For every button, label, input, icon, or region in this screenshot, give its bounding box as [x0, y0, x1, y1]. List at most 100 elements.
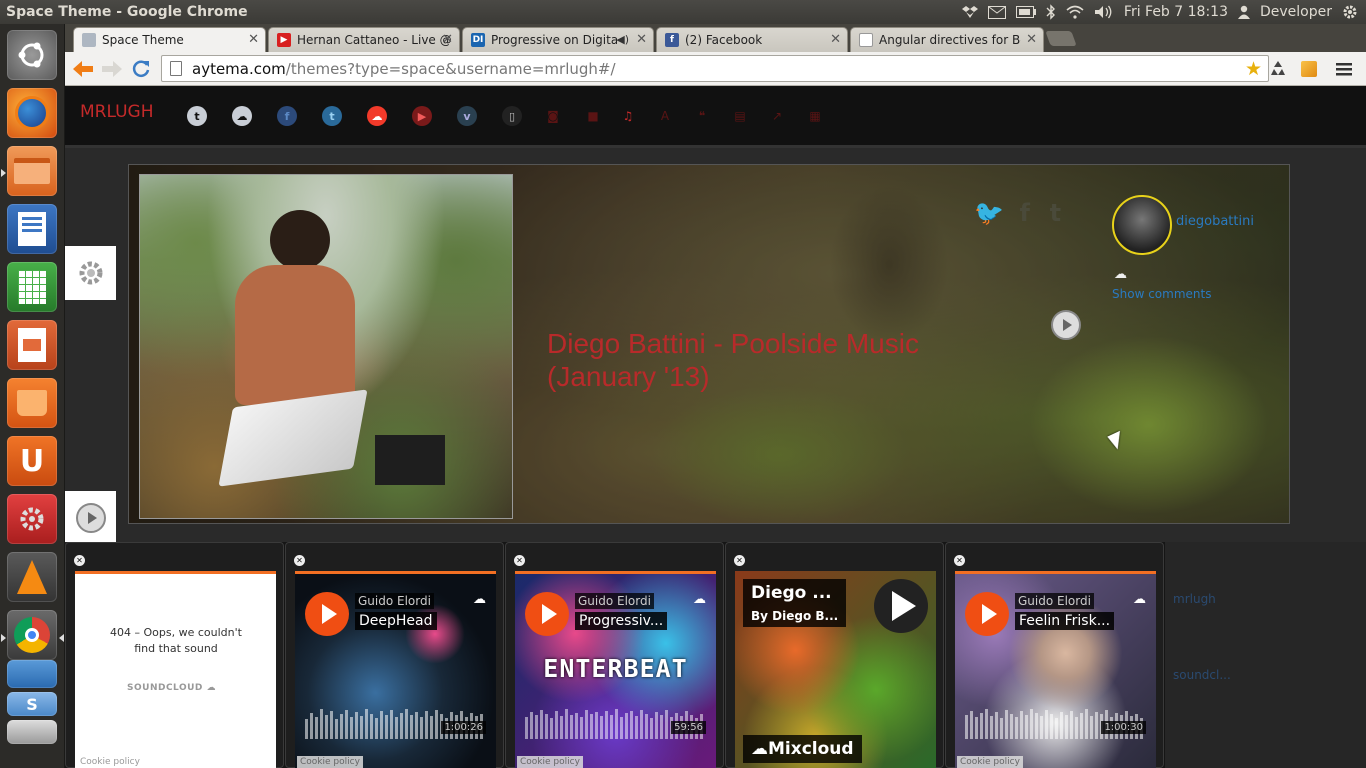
cookie-policy-link[interactable]: Cookie policy — [517, 756, 583, 768]
extension-cube-icon[interactable] — [1298, 58, 1320, 80]
menu-icon[interactable] — [1333, 58, 1355, 80]
bookmark-star-icon[interactable]: ★ — [1245, 58, 1262, 80]
firefox-icon[interactable] — [7, 88, 57, 138]
twitter-icon[interactable]: t — [322, 106, 342, 126]
volume-icon[interactable] — [1094, 0, 1114, 24]
cloud-icon: ☁ — [1114, 267, 1127, 282]
play-button[interactable] — [525, 592, 569, 636]
track-title[interactable]: Feelin Frisk... — [1015, 612, 1115, 630]
soundcloud-icon[interactable]: ☁ — [367, 106, 387, 126]
reload-button[interactable] — [128, 57, 154, 81]
close-embed-button[interactable]: ✕ — [954, 555, 965, 566]
track-user[interactable]: Guido Elordi — [1015, 593, 1094, 609]
calendar-icon[interactable]: ▦ — [807, 108, 823, 124]
user-icon — [1237, 0, 1250, 24]
play-button[interactable] — [874, 579, 928, 633]
new-tab-button[interactable] — [1045, 31, 1077, 46]
ubuntu-dash-icon[interactable] — [7, 30, 57, 80]
soundcloud-icon[interactable]: ☁ — [473, 592, 486, 607]
close-embed-button[interactable]: ✕ — [734, 555, 745, 566]
youtube-icon[interactable]: ▶ — [412, 106, 432, 126]
calc-icon[interactable] — [7, 262, 57, 312]
tab-label: Progressive on Digitall — [491, 33, 617, 47]
trash-icon[interactable] — [7, 720, 57, 744]
artist-avatar[interactable] — [1112, 195, 1172, 255]
next-track-button[interactable] — [1051, 310, 1081, 340]
close-icon[interactable]: ✕ — [248, 32, 259, 47]
mixcloud-brand[interactable]: ☁Mixcloud — [743, 735, 862, 763]
user-menu[interactable]: Developer — [1260, 0, 1332, 24]
tab-facebook[interactable]: f (2) Facebook ✕ — [656, 27, 848, 52]
close-icon[interactable]: ✕ — [636, 32, 647, 47]
cookie-policy-link[interactable]: Cookie policy — [77, 756, 143, 768]
tumblr-icon[interactable]: t — [1050, 199, 1061, 227]
site-brand[interactable]: MRLUGH — [80, 102, 154, 122]
browser-toolbar: aytema.com/themes?type=space&username=mr… — [65, 52, 1366, 86]
vlc-icon[interactable] — [7, 552, 57, 602]
track-user[interactable]: Guido Elordi — [355, 593, 434, 609]
tab-space-theme[interactable]: Space Theme ✕ — [73, 27, 266, 52]
tumblr-icon[interactable]: t — [187, 106, 207, 126]
book-icon[interactable]: ▤ — [732, 108, 748, 124]
system-settings-icon[interactable] — [7, 494, 57, 544]
address-bar[interactable]: aytema.com/themes?type=space&username=mr… — [161, 55, 1269, 82]
music-icon[interactable]: ♫ — [620, 108, 636, 124]
soundcloud-icon[interactable]: ☁ — [693, 592, 706, 607]
gear-icon[interactable] — [1342, 0, 1358, 24]
soundcloud-icon[interactable]: ☁ — [1133, 592, 1146, 607]
close-embed-button[interactable]: ✕ — [74, 555, 85, 566]
stacked-app-icon[interactable] — [7, 660, 57, 688]
close-embed-button[interactable]: ✕ — [514, 555, 525, 566]
cloud-icon[interactable]: ☁ — [232, 106, 252, 126]
software-center-icon[interactable] — [7, 378, 57, 428]
quote-icon[interactable]: ❝ — [694, 108, 710, 124]
track-title[interactable]: Progressiv... — [575, 612, 668, 630]
artist-name[interactable]: diegobattini — [1176, 214, 1254, 229]
close-icon[interactable]: ✕ — [1026, 32, 1037, 47]
impress-icon[interactable] — [7, 320, 57, 370]
cookie-policy-link[interactable]: Cookie policy — [297, 756, 363, 768]
tab-angular-directives[interactable]: Angular directives for Bo ✕ — [850, 27, 1044, 52]
battery-icon[interactable] — [1015, 0, 1036, 24]
writer-icon[interactable] — [7, 204, 57, 254]
track-title[interactable]: DeepHead — [355, 612, 437, 630]
tab-progressive[interactable]: DI Progressive on Digitall ◀) ✕ — [462, 27, 654, 52]
tab-hernan-cattaneo[interactable]: ▶ Hernan Cattaneo - Live @ ✕ — [268, 27, 460, 52]
skype-icon[interactable]: S — [7, 692, 57, 716]
side-play-button[interactable] — [65, 491, 116, 545]
facebook-icon[interactable]: f — [1020, 199, 1030, 227]
play-button[interactable] — [965, 592, 1009, 636]
mix-title-box[interactable]: Diego ... By Diego B... — [743, 579, 847, 627]
ubuntu-one-icon[interactable]: U — [7, 436, 57, 486]
camera-icon[interactable]: ◙ — [545, 108, 561, 124]
show-comments-link[interactable]: Show comments — [1112, 287, 1211, 301]
chrome-icon[interactable] — [7, 610, 57, 660]
mail-icon[interactable] — [987, 0, 1006, 24]
mouse-icon[interactable]: ▯ — [502, 106, 522, 126]
wifi-icon[interactable] — [1066, 0, 1084, 24]
font-icon[interactable]: A — [657, 108, 673, 124]
back-button[interactable] — [70, 57, 96, 81]
play-button[interactable] — [305, 592, 349, 636]
external-link-icon[interactable]: ↗ — [769, 108, 785, 124]
twitter-icon[interactable]: 🐦 — [974, 199, 1004, 227]
forward-button[interactable] — [99, 57, 125, 81]
bluetooth-icon[interactable] — [1046, 0, 1056, 24]
video-icon[interactable]: ■ — [585, 108, 601, 124]
settings-button[interactable] — [65, 246, 116, 300]
clock[interactable]: Fri Feb 7 18:13 — [1124, 0, 1228, 24]
close-icon[interactable]: ✕ — [442, 32, 453, 47]
cookie-policy-link[interactable]: Cookie policy — [957, 756, 1023, 768]
faded-link[interactable]: soundcl... — [1173, 668, 1231, 682]
faded-link[interactable]: mrlugh — [1173, 592, 1216, 606]
close-embed-button[interactable]: ✕ — [294, 555, 305, 566]
files-icon[interactable] — [7, 146, 57, 196]
track-user[interactable]: Guido Elordi — [575, 593, 654, 609]
extension-recycle-icon[interactable] — [1267, 58, 1289, 80]
close-icon[interactable]: ✕ — [830, 32, 841, 47]
facebook-icon[interactable]: f — [277, 106, 297, 126]
page-icon — [82, 33, 96, 47]
page-info-icon[interactable] — [170, 61, 182, 76]
vimeo-icon[interactable]: v — [457, 106, 477, 126]
dropbox-icon[interactable] — [961, 0, 978, 24]
